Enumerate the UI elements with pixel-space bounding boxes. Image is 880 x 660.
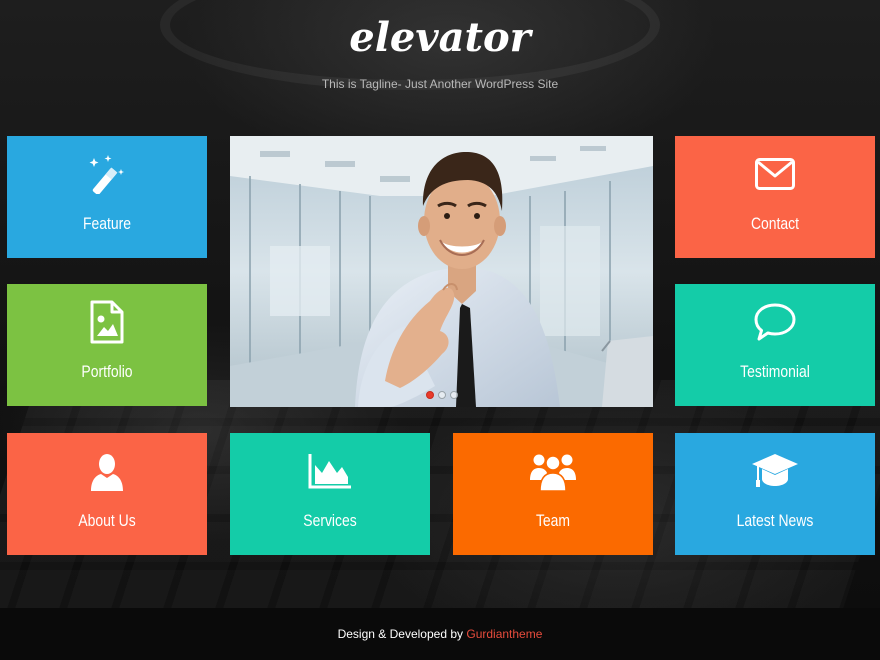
tile-testimonial[interactable]: Testimonial [675, 284, 875, 406]
tile-about-us-label: About Us [78, 511, 136, 530]
tile-latest-news-label: Latest News [736, 511, 814, 530]
tile-services[interactable]: Services [230, 433, 430, 555]
magic-wand-icon [7, 150, 207, 198]
tile-feature[interactable]: Feature [7, 136, 207, 258]
tile-about-us[interactable]: About Us [7, 433, 207, 555]
site-logo[interactable]: elevator [0, 14, 880, 61]
smiling-businessman-handshake-photo [230, 136, 653, 407]
hero-slider[interactable] [230, 136, 653, 407]
area-chart-icon [230, 447, 430, 495]
user-icon [7, 447, 207, 495]
slider-pagination [230, 391, 653, 399]
tile-portfolio-label: Portfolio [81, 362, 133, 381]
speech-bubble-icon [675, 298, 875, 346]
tile-contact[interactable]: Contact [675, 136, 875, 258]
group-icon [453, 447, 653, 495]
envelope-icon [675, 150, 875, 198]
tile-team[interactable]: Team [453, 433, 653, 555]
slider-dot-3[interactable] [449, 391, 458, 399]
site-footer: Design & Developed by Gurdiantheme [0, 608, 880, 660]
tile-team-label: Team [535, 511, 571, 530]
tile-testimonial-label: Testimonial [740, 362, 810, 381]
tile-contact-label: Contact [750, 214, 800, 233]
slider-dot-1[interactable] [425, 391, 434, 399]
graduation-cap-icon [675, 447, 875, 495]
image-file-icon [7, 298, 207, 346]
slider-dot-2[interactable] [437, 391, 446, 399]
tile-services-label: Services [303, 511, 357, 530]
tile-feature-label: Feature [82, 214, 132, 233]
footer-credit-text: Design & Developed by [337, 627, 464, 641]
tile-latest-news[interactable]: Latest News [675, 433, 875, 555]
tile-portfolio[interactable]: Portfolio [7, 284, 207, 406]
footer-theme-link[interactable]: Gurdiantheme [466, 627, 542, 641]
site-tagline: This is Tagline- Just Another WordPress … [321, 77, 559, 91]
